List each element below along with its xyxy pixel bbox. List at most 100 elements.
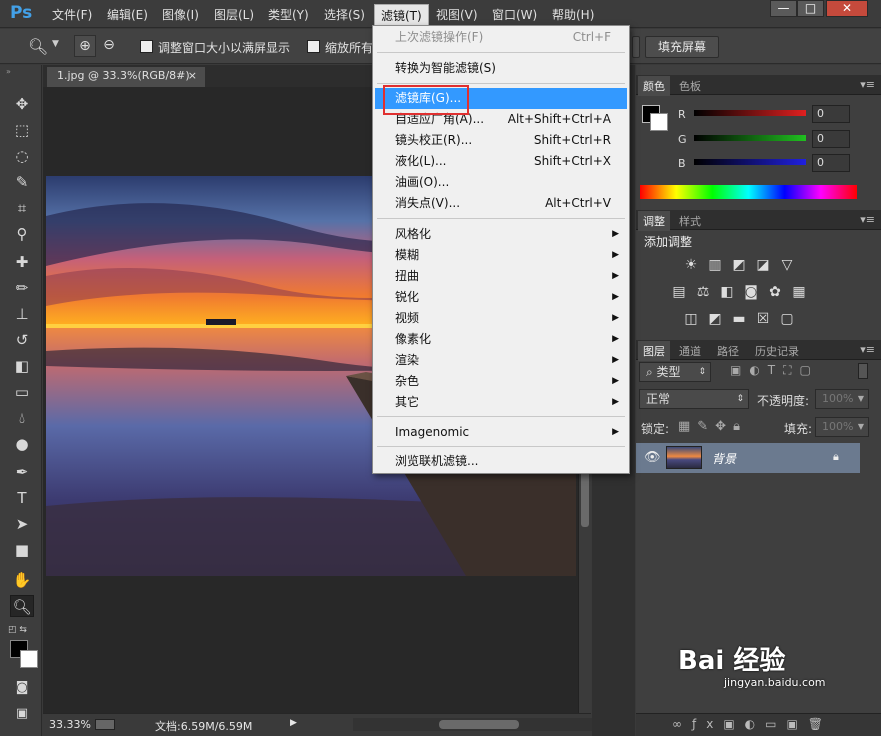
levels-icon[interactable]: ▥ — [706, 257, 724, 273]
status-menu-arrow-icon[interactable]: ▶ — [290, 718, 297, 728]
horizontal-scrollbar[interactable] — [353, 718, 613, 731]
color-spectrum[interactable] — [640, 185, 857, 199]
bw-icon[interactable]: ◧ — [718, 284, 736, 300]
vertical-scroll-thumb[interactable] — [581, 467, 589, 527]
tab-history[interactable]: 历史记录 — [750, 343, 804, 359]
zoom-in-icon[interactable]: ⊕ — [74, 35, 96, 57]
type-tool-icon[interactable]: T — [10, 487, 34, 509]
b-value[interactable]: 0 — [812, 154, 850, 172]
zoom-badge-icon[interactable] — [95, 719, 115, 730]
menu-item-blur[interactable]: 模糊 ▶ — [375, 245, 627, 266]
photo-filter-icon[interactable]: ◙ — [742, 284, 760, 300]
menu-item-render[interactable]: 渲染 ▶ — [375, 350, 627, 371]
fill-field[interactable]: 100% ▼ — [815, 417, 869, 437]
blur-tool-icon[interactable]: 💧︎ — [10, 407, 34, 429]
move-tool-icon[interactable]: ✥ — [10, 93, 34, 115]
curves-icon[interactable]: ◩ — [730, 257, 748, 273]
lasso-tool-icon[interactable]: ◌ — [10, 145, 34, 167]
color-bg-swatch[interactable] — [650, 113, 668, 131]
color-balance-icon[interactable]: ⚖ — [694, 284, 712, 300]
menu-item-stylize[interactable]: 风格化 ▶ — [375, 224, 627, 245]
vibrance-icon[interactable]: ▽ — [778, 257, 796, 273]
layers-menu-icon[interactable]: ▾≡ — [860, 343, 875, 356]
menu-item-liquify[interactable]: 液化(L)... Shift+Ctrl+X — [375, 151, 627, 172]
gradient-map-icon[interactable]: ☒ — [754, 311, 772, 327]
menu-item-smart-filter[interactable]: 转换为智能滤镜(S) — [375, 58, 627, 79]
tab-channels[interactable]: 通道 — [674, 343, 706, 359]
tab-color[interactable]: 颜色 — [638, 76, 670, 96]
menu-edit[interactable]: 编辑(E) — [107, 6, 148, 23]
horizontal-scroll-thumb[interactable] — [439, 720, 519, 729]
document-tab[interactable]: 1.jpg @ 33.3%(RGB/8#) × — [47, 67, 205, 87]
r-value[interactable]: 0 — [812, 105, 850, 123]
menu-file[interactable]: 文件(F) — [52, 6, 92, 23]
opacity-field[interactable]: 100% ▼ — [815, 389, 869, 409]
zoom-all-checkbox[interactable] — [307, 40, 320, 53]
tab-layers[interactable]: 图层 — [638, 341, 670, 361]
default-colors-icon[interactable]: ◰ ⇆ — [8, 625, 27, 635]
menu-item-browse-online[interactable]: 浏览联机滤镜... — [375, 451, 627, 472]
tab-paths[interactable]: 路径 — [712, 343, 744, 359]
layer-filter-select[interactable]: ⌕ 类型 ⇕ — [639, 362, 711, 382]
brush-tool-icon[interactable]: ✏ — [10, 277, 34, 299]
tab-adjustments[interactable]: 调整 — [638, 211, 670, 231]
menu-item-lens-correction[interactable]: 镜头校正(R)... Shift+Ctrl+R — [375, 130, 627, 151]
menu-item-oil-paint[interactable]: 油画(O)... — [375, 172, 627, 193]
menu-item-imagenomic[interactable]: Imagenomic ▶ — [375, 422, 627, 443]
selective-color-icon[interactable]: ▢ — [778, 311, 796, 327]
hue-icon[interactable]: ▤ — [670, 284, 688, 300]
channel-mixer-icon[interactable]: ✿ — [766, 284, 784, 300]
threshold-icon[interactable]: ▬ — [730, 311, 748, 327]
zoom-level[interactable]: 33.33% — [49, 718, 91, 731]
menu-filter[interactable]: 滤镜(T) — [374, 4, 429, 27]
adjust-menu-icon[interactable]: ▾≡ — [860, 213, 875, 226]
shape-tool-icon[interactable]: ■ — [10, 539, 34, 561]
path-select-icon[interactable]: ➤ — [10, 513, 34, 535]
b-slider[interactable] — [694, 159, 806, 165]
quick-mask-icon[interactable]: ◙ — [10, 677, 34, 699]
maximize-button[interactable]: □ — [797, 0, 824, 17]
zoom-tool-active-icon[interactable]: 🔍︎ — [10, 595, 34, 617]
collapse-icon[interactable]: » — [6, 67, 11, 76]
menu-item-distort[interactable]: 扭曲 ▶ — [375, 266, 627, 287]
fill-screen-button[interactable]: 填充屏幕 — [645, 36, 719, 58]
filter-toggle-icon[interactable] — [858, 363, 868, 379]
quick-select-icon[interactable]: ✎ — [10, 171, 34, 193]
zoom-out-icon[interactable]: ⊖ — [98, 35, 120, 57]
layers-footer-icons[interactable]: ∞ƒx▣◐▭▣🗑︎ — [672, 717, 833, 731]
menu-view[interactable]: 视图(V) — [436, 6, 478, 23]
menu-item-sharpen[interactable]: 锐化 ▶ — [375, 287, 627, 308]
lookup-icon[interactable]: ▦ — [790, 284, 808, 300]
brightness-icon[interactable]: ☀ — [682, 257, 700, 273]
close-button[interactable]: ✕ — [826, 0, 868, 17]
layer-visibility-icon[interactable]: 👁︎ — [644, 450, 661, 465]
menu-layer[interactable]: 图层(L) — [214, 6, 254, 23]
menu-item-vanishing-point[interactable]: 消失点(V)... Alt+Ctrl+V — [375, 193, 627, 214]
hand-tool-icon[interactable]: ✋ — [10, 569, 34, 591]
menu-item-pixelate[interactable]: 像素化 ▶ — [375, 329, 627, 350]
zoom-tool-icon[interactable]: 🔍︎ — [28, 37, 48, 56]
menu-window[interactable]: 窗口(W) — [492, 6, 537, 23]
exposure-icon[interactable]: ◪ — [754, 257, 772, 273]
history-brush-icon[interactable]: ↺ — [10, 329, 34, 351]
menu-help[interactable]: 帮助(H) — [552, 6, 594, 23]
posterize-icon[interactable]: ◩ — [706, 311, 724, 327]
menu-type[interactable]: 类型(Y) — [268, 6, 309, 23]
screen-mode-icon[interactable]: ▣ — [10, 703, 34, 725]
invert-icon[interactable]: ◫ — [682, 311, 700, 327]
menu-select[interactable]: 选择(S) — [324, 6, 365, 23]
fit-screen-button-edge[interactable] — [632, 36, 640, 58]
background-color-swatch[interactable] — [20, 650, 38, 668]
minimize-button[interactable]: — — [770, 0, 797, 17]
layer-filter-icons[interactable]: ▣◐T⛶▢ — [730, 363, 819, 378]
lock-icons[interactable]: ▦✎✥🔒︎ — [678, 419, 747, 434]
menu-item-other[interactable]: 其它 ▶ — [375, 392, 627, 413]
tab-styles[interactable]: 样式 — [674, 213, 706, 229]
document-close-icon[interactable]: × — [188, 67, 197, 85]
blend-mode-select[interactable]: 正常 ⇕ — [639, 389, 749, 409]
menu-item-video[interactable]: 视频 ▶ — [375, 308, 627, 329]
gradient-tool-icon[interactable]: ▭ — [10, 381, 34, 403]
clone-stamp-icon[interactable]: ⊥ — [10, 303, 34, 325]
eraser-tool-icon[interactable]: ◧ — [10, 355, 34, 377]
g-value[interactable]: 0 — [812, 130, 850, 148]
